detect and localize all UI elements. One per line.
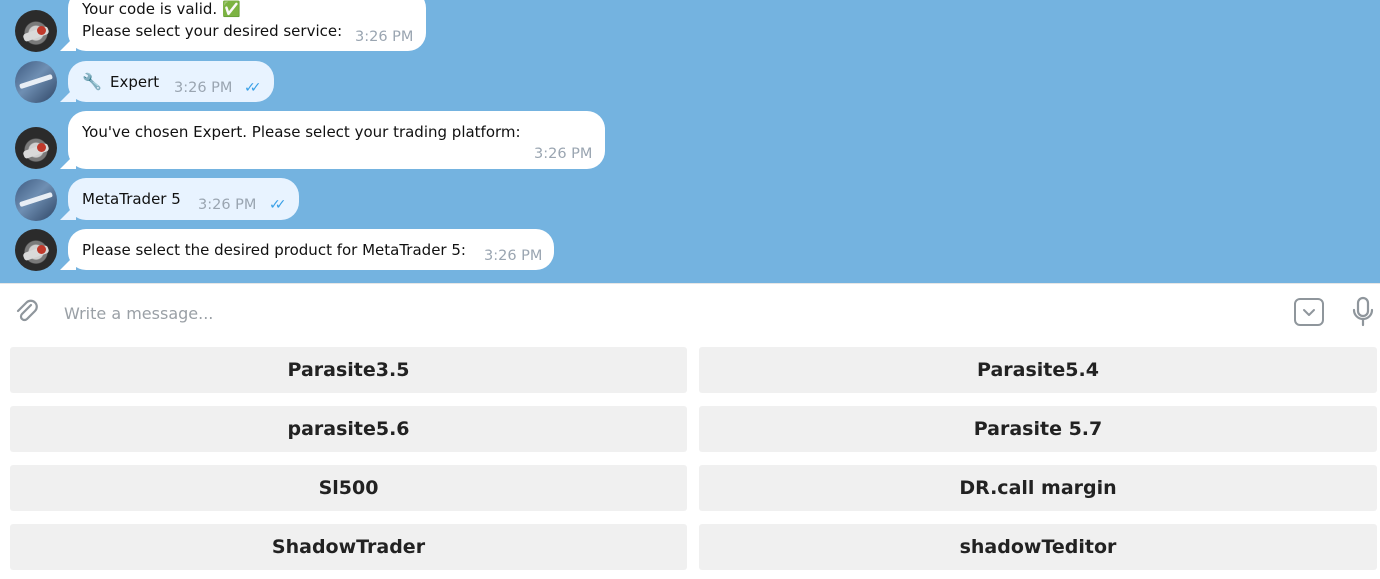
reply-keyboard: Parasite3.5 Parasite5.4 parasite5.6 Para… [0,339,1380,579]
message-text: MetaTrader 5 [82,190,181,208]
bot-avatar[interactable] [15,127,57,169]
message-text: Please select the desired product for Me… [82,241,466,259]
message-composer [0,283,1380,340]
message-bubble: MetaTrader 5 3:26 PM ✓✓ [68,178,299,220]
message-bubble: Your code is valid. ✅ Please select your… [68,0,426,51]
message-bubble: Please select the desired product for Me… [68,229,554,270]
user-avatar[interactable] [15,179,57,221]
keyboard-button[interactable]: Parasite3.5 [10,347,687,393]
bot-avatar[interactable] [15,10,57,52]
keyboard-button[interactable]: Sl500 [10,465,687,511]
message-text: Expert [110,73,160,91]
keyboard-button[interactable]: Parasite 5.7 [699,406,1377,452]
chat-history: Your code is valid. ✅ Please select your… [0,0,1380,283]
bot-avatar[interactable] [15,229,57,271]
user-avatar[interactable] [15,61,57,103]
wrench-icon: 🔧 [82,72,102,91]
message-text: Your code is valid. ✅ [82,0,241,18]
message-bubble: You've chosen Expert. Please select your… [68,111,605,169]
message-bubble: 🔧 Expert 3:26 PM ✓✓ [68,61,274,102]
keyboard-button[interactable]: shadowTeditor [699,524,1377,570]
message-text: You've chosen Expert. Please select your… [82,123,521,141]
message-input[interactable] [62,298,1246,328]
message-time: 3:26 PM [174,80,233,96]
message-time: 3:26 PM [484,248,543,264]
message-time: 3:26 PM [355,29,414,45]
message-time: 3:26 PM [198,197,257,213]
keyboard-button[interactable]: Parasite5.4 [699,347,1377,393]
paperclip-icon[interactable] [14,299,40,325]
double-check-icon: ✓✓ [244,80,262,96]
message-time: 3:26 PM [534,146,593,162]
keyboard-button[interactable]: DR.call margin [699,465,1377,511]
keyboard-button[interactable]: ShadowTrader [10,524,687,570]
microphone-icon[interactable] [1350,296,1376,328]
double-check-icon: ✓✓ [269,197,287,213]
message-text: Please select your desired service: [82,22,343,40]
keyboard-toggle-icon[interactable] [1294,298,1324,326]
keyboard-button[interactable]: parasite5.6 [10,406,687,452]
